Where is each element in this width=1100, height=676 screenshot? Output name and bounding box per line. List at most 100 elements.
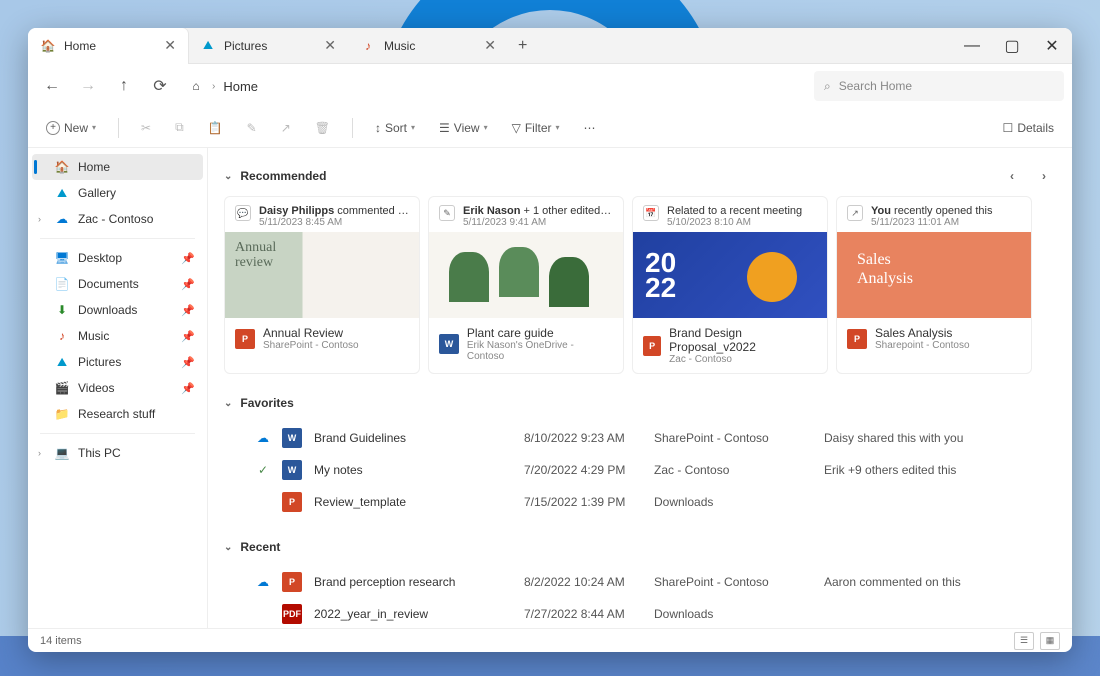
maximize-button[interactable]: ▢ <box>992 28 1032 64</box>
thumbnail <box>429 232 623 318</box>
file-row[interactable]: P Review_template 7/15/2022 1:39 PM Down… <box>224 486 1056 518</box>
back-button[interactable]: ← <box>36 70 68 102</box>
sidebar-item-zac[interactable]: ›☁Zac - Contoso <box>32 206 203 232</box>
tab-pictures[interactable]: ⛰ Pictures ✕ <box>188 28 348 64</box>
sidebar-item-desktop[interactable]: 🖥Desktop📌 <box>32 245 203 271</box>
file-name: Brand perception research <box>314 575 514 589</box>
share-button[interactable]: ↗ <box>275 117 297 139</box>
tab-label: Music <box>384 39 415 53</box>
details-button[interactable]: ☐ Details <box>997 117 1060 139</box>
section-title: Recommended <box>240 169 326 183</box>
tab-label: Pictures <box>224 39 267 53</box>
filter-button[interactable]: ▽ Filter ▾ <box>506 117 566 139</box>
file-activity: Erik +9 others edited this <box>824 463 1052 477</box>
file-row[interactable]: ✓ W My notes 7/20/2022 4:29 PM Zac - Con… <box>224 454 1056 486</box>
chevron-down-icon: ▾ <box>411 123 415 132</box>
address-bar[interactable]: ⌂ › Home <box>180 78 810 94</box>
rename-button[interactable]: ✎ <box>241 117 263 139</box>
up-button[interactable]: ↑ <box>108 70 140 102</box>
chevron-right-icon: › <box>212 81 215 92</box>
sidebar-item-thispc[interactable]: ›💻This PC <box>32 440 203 466</box>
file-location: SharePoint - Contoso <box>654 431 814 445</box>
view-thumbnails-button[interactable]: ▦ <box>1040 632 1060 650</box>
pin-icon[interactable]: 📌 <box>181 278 195 291</box>
pictures-icon: ⛰ <box>200 38 216 54</box>
item-count: 14 items <box>40 635 82 647</box>
separator <box>40 238 195 239</box>
recommended-card[interactable]: 📅 Related to a recent meeting 5/10/2023 … <box>632 196 828 374</box>
new-label: New <box>64 121 88 135</box>
home-icon: 🏠 <box>40 38 56 54</box>
sidebar-item-gallery[interactable]: ⛰Gallery <box>32 180 203 206</box>
chevron-down-icon: ▾ <box>556 123 560 132</box>
chevron-right-icon[interactable]: › <box>38 214 41 224</box>
recommended-card[interactable]: 💬 Daisy Philipps commented on... 5/11/20… <box>224 196 420 374</box>
sidebar-item-videos[interactable]: 🎬Videos📌 <box>32 375 203 401</box>
refresh-button[interactable]: ⟳ <box>144 70 176 102</box>
sidebar-item-pictures[interactable]: ⛰Pictures📌 <box>32 349 203 375</box>
new-tab-button[interactable]: + <box>508 37 537 55</box>
new-button[interactable]: + New ▾ <box>40 117 102 139</box>
documents-icon: 📄 <box>54 276 70 292</box>
view-details-button[interactable]: ☰ <box>1014 632 1034 650</box>
statusbar: 14 items ☰ ▦ <box>28 628 1072 652</box>
view-button[interactable]: ☰ View ▾ <box>433 117 494 139</box>
file-type-icon: PDF <box>282 604 302 624</box>
sidebar-label: Documents <box>78 277 139 291</box>
tab-home[interactable]: 🏠 Home ✕ <box>28 28 188 64</box>
copy-button[interactable]: ⧉ <box>169 116 190 139</box>
file-location: Downloads <box>654 495 814 509</box>
search-input[interactable]: ⌕ Search Home <box>814 71 1064 101</box>
chevron-down-icon: ⌄ <box>224 171 232 182</box>
minimize-button[interactable]: — <box>952 28 992 64</box>
file-name: Brand Design Proposal_v2022 <box>669 326 817 354</box>
thumbnail <box>633 232 827 318</box>
pictures-icon: ⛰ <box>54 354 70 370</box>
sidebar-item-downloads[interactable]: ⬇Downloads📌 <box>32 297 203 323</box>
tab-music[interactable]: ♪ Music ✕ <box>348 28 508 64</box>
recent-list: ☁ P Brand perception research 8/2/2022 1… <box>224 566 1056 628</box>
activity-icon: 📅 <box>643 205 659 221</box>
file-name: Plant care guide <box>467 326 613 340</box>
file-type-icon: W <box>282 428 302 448</box>
file-type-icon: P <box>643 336 661 356</box>
chevron-right-icon[interactable]: › <box>38 448 41 458</box>
music-icon: ♪ <box>54 328 70 344</box>
sort-button[interactable]: ↕ Sort ▾ <box>369 117 421 139</box>
close-button[interactable]: ✕ <box>1032 28 1072 64</box>
file-name: Review_template <box>314 495 514 509</box>
more-button[interactable]: ⋯ <box>578 117 602 139</box>
file-row[interactable]: ☁ W Brand Guidelines 8/10/2022 9:23 AM S… <box>224 422 1056 454</box>
file-row[interactable]: ☁ P Brand perception research 8/2/2022 1… <box>224 566 1056 598</box>
file-location: Erik Nason's OneDrive - Contoso <box>467 340 613 362</box>
file-row[interactable]: PDF 2022_year_in_review 7/27/2022 8:44 A… <box>224 598 1056 628</box>
sidebar-item-music[interactable]: ♪Music📌 <box>32 323 203 349</box>
delete-button[interactable]: 🗑 <box>309 117 336 139</box>
home-icon: 🏠 <box>54 159 70 175</box>
file-date: 7/20/2022 4:29 PM <box>524 463 644 477</box>
section-header-recommended[interactable]: ⌄ Recommended ‹ › <box>224 156 1056 196</box>
section-header-recent[interactable]: ⌄ Recent <box>224 532 1056 562</box>
close-icon[interactable]: ✕ <box>484 37 496 54</box>
file-location: SharePoint - Contoso <box>654 575 814 589</box>
pin-icon[interactable]: 📌 <box>181 304 195 317</box>
sort-label: Sort <box>385 121 407 135</box>
paste-button[interactable]: 📋 <box>202 117 229 139</box>
recommended-card[interactable]: ↗ You recently opened this 5/11/2023 11:… <box>836 196 1032 374</box>
close-icon[interactable]: ✕ <box>324 37 336 54</box>
scroll-left-button[interactable]: ‹ <box>1000 164 1024 188</box>
sidebar-item-research[interactable]: 📁Research stuff <box>32 401 203 427</box>
close-icon[interactable]: ✕ <box>164 37 176 54</box>
sidebar-item-home[interactable]: 🏠Home <box>32 154 203 180</box>
pin-icon[interactable]: 📌 <box>181 330 195 343</box>
pin-icon[interactable]: 📌 <box>181 356 195 369</box>
chevron-down-icon: ▾ <box>484 123 488 132</box>
cut-button[interactable]: ✂ <box>135 117 157 139</box>
section-header-favorites[interactable]: ⌄ Favorites <box>224 388 1056 418</box>
scroll-right-button[interactable]: › <box>1032 164 1056 188</box>
forward-button[interactable]: → <box>72 70 104 102</box>
recommended-card[interactable]: ✎ Erik Nason + 1 other edited this 5/11/… <box>428 196 624 374</box>
pin-icon[interactable]: 📌 <box>181 252 195 265</box>
sidebar-item-documents[interactable]: 📄 Documents 📌 <box>32 271 203 297</box>
pin-icon[interactable]: 📌 <box>181 382 195 395</box>
